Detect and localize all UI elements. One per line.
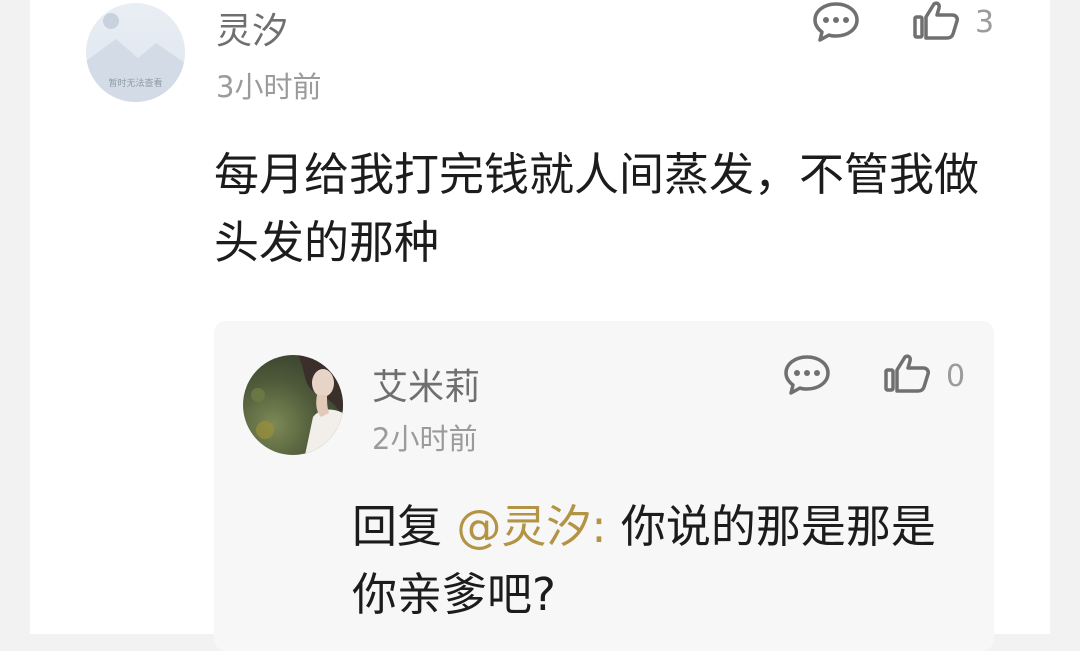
reply-time: 2小时前 <box>372 422 478 456</box>
reply-thumbs-up-icon[interactable] <box>883 353 931 399</box>
reply-comment-bubble-icon[interactable] <box>783 353 831 399</box>
avatar-caption: 暂时无法查看 <box>108 79 163 89</box>
like-count: 3 <box>975 5 995 40</box>
reply-text-block: 回复 @灵汐: 你说的那是那是你亲爹吧? <box>352 493 962 629</box>
thumbs-up-icon[interactable] <box>912 0 960 46</box>
comment-author[interactable]: 灵汐 <box>216 2 288 54</box>
reply-prefix: 回复 <box>352 500 443 553</box>
comment-text: 每月给我打完钱就人间蒸发，不管我做头发的那种 <box>214 148 980 269</box>
avatar[interactable]: 暂时无法查看 <box>86 3 185 102</box>
comment-bubble-icon[interactable] <box>812 0 860 46</box>
avatar-photo-figure <box>251 355 343 455</box>
reply-like-count: 0 <box>946 359 966 394</box>
comment-time: 3小时前 <box>216 70 322 104</box>
reply-mention[interactable]: @灵汐: <box>456 500 606 553</box>
reply-author[interactable]: 艾米莉 <box>372 358 480 410</box>
reply-avatar[interactable] <box>243 355 343 455</box>
